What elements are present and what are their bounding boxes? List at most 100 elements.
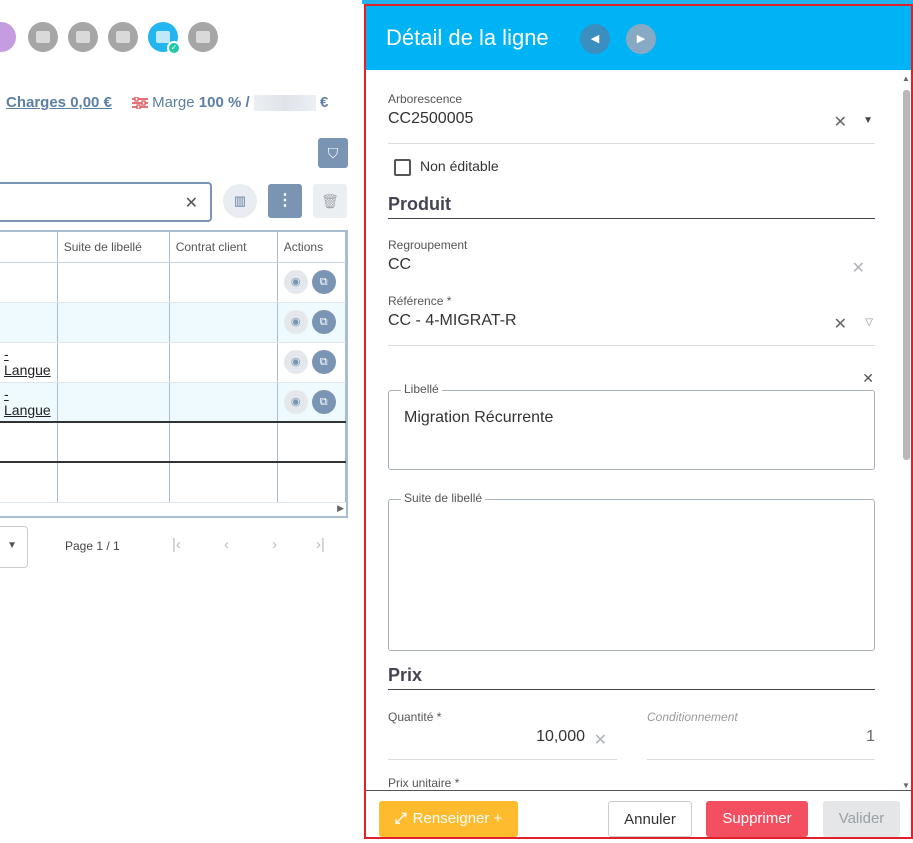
scroll-up-icon[interactable]: ▲ bbox=[902, 74, 910, 83]
section-prix: Prix bbox=[388, 665, 875, 690]
column-header-actions: Actions bbox=[277, 232, 347, 263]
quantite-value: 10,000 bbox=[536, 728, 585, 745]
line-form: Arborescence CC2500005 ✕ ▼ Non éditable … bbox=[388, 70, 876, 790]
last-page-icon[interactable]: ›| bbox=[316, 536, 325, 553]
view-icon[interactable]: ◉ bbox=[283, 389, 308, 414]
scroll-down-icon[interactable]: ▼ bbox=[902, 781, 910, 790]
check-icon: ✓ bbox=[167, 41, 181, 55]
step-icon-4[interactable] bbox=[108, 22, 138, 52]
reference-value: CC - 4-MIGRAT-R bbox=[388, 312, 517, 329]
step-icon-2[interactable] bbox=[28, 22, 58, 52]
table-row[interactable]: ◉ ⧉ bbox=[0, 302, 347, 343]
redacted-amount bbox=[253, 95, 316, 112]
regroupement-field[interactable]: Regroupement CC ✕ bbox=[388, 238, 875, 286]
totals-bar: Charges 0,00 € Marge 100 % / € bbox=[6, 94, 328, 112]
search-input[interactable]: ✕ bbox=[0, 182, 212, 222]
regroupement-value: CC bbox=[388, 256, 412, 273]
chevron-down-icon: ▼ bbox=[7, 540, 17, 551]
checkbox-icon[interactable] bbox=[394, 158, 411, 176]
arborescence-field[interactable]: Arborescence CC2500005 ✕ ▼ bbox=[388, 92, 875, 144]
more-options-button[interactable]: ⋮ bbox=[268, 184, 302, 218]
panel-title: Détail de la ligne bbox=[386, 25, 549, 50]
page-size-select[interactable]: ▼ bbox=[0, 526, 28, 568]
libelle-value: Migration Récurrente bbox=[404, 409, 554, 426]
sliders-icon bbox=[132, 97, 149, 110]
panel-footer: ⤢ Renseigner + Annuler Supprimer Valider bbox=[366, 790, 911, 837]
view-icon[interactable]: ◉ bbox=[283, 310, 308, 334]
scroll-right-icon[interactable]: ▶ bbox=[337, 503, 344, 514]
non-editable-label: Non éditable bbox=[420, 158, 499, 174]
previous-line-button[interactable]: ◀ bbox=[580, 24, 610, 54]
step-icon-1[interactable] bbox=[0, 22, 16, 52]
quantite-field[interactable]: Quantité * 10,000 ✕ bbox=[388, 710, 617, 760]
step-icon-current[interactable]: ✓ bbox=[148, 22, 181, 55]
duplicate-icon[interactable]: ⧉ bbox=[311, 389, 336, 414]
libelle-label: Libellé bbox=[401, 382, 442, 396]
prev-page-icon[interactable]: ‹ bbox=[224, 536, 229, 553]
table-row[interactable] bbox=[0, 422, 347, 463]
panel-scrollbar[interactable]: ▲ ▼ bbox=[902, 70, 911, 790]
duplicate-icon[interactable]: ⧉ bbox=[311, 310, 336, 334]
duplicate-icon[interactable]: ⧉ bbox=[311, 350, 336, 374]
charges-link[interactable]: Charges 0,00 € bbox=[6, 94, 112, 111]
panel-header: Détail de la ligne ◀ ▶ bbox=[366, 6, 911, 70]
basket-button[interactable]: ⛉ bbox=[318, 138, 348, 168]
view-icon[interactable]: ◉ bbox=[283, 350, 308, 374]
background-pane: ✓ Charges 0,00 € Marge 100 % / € ⛉ ✕ ▥ ⋮… bbox=[0, 0, 362, 843]
scrollbar-thumb[interactable] bbox=[903, 90, 910, 460]
arborescence-label: Arborescence bbox=[388, 92, 463, 106]
conditionnement-label: Conditionnement bbox=[647, 710, 738, 724]
arborescence-value: CC2500005 bbox=[388, 110, 474, 127]
table-row[interactable]: ◉ ⧉ bbox=[0, 262, 347, 303]
table-header: Suite de libellé Contrat client Actions bbox=[0, 232, 347, 263]
page-info: Page 1 / 1 bbox=[65, 539, 120, 553]
table-row[interactable]: -Langue ◉ ⧉ bbox=[0, 382, 347, 423]
chevron-down-icon[interactable]: ▼ bbox=[863, 115, 873, 126]
prix-unitaire-field[interactable]: Prix unitaire * bbox=[388, 776, 875, 790]
libelle-textarea[interactable]: Libellé Migration Récurrente bbox=[388, 382, 875, 470]
regroupement-label: Regroupement bbox=[388, 238, 468, 252]
column-header-contrat[interactable]: Contrat client bbox=[169, 232, 278, 263]
quantite-label: Quantité * bbox=[388, 710, 442, 724]
next-page-icon[interactable]: › bbox=[272, 536, 277, 553]
step-icon-3[interactable] bbox=[68, 22, 98, 52]
cancel-button[interactable]: Annuler bbox=[608, 801, 692, 837]
clear-icon[interactable]: ✕ bbox=[834, 112, 847, 132]
clear-libelle-icon[interactable]: ✕ bbox=[862, 370, 874, 387]
reference-label: Référence * bbox=[388, 294, 452, 308]
row-link[interactable]: -Langue bbox=[4, 386, 51, 418]
trash-icon: 🗑 bbox=[321, 193, 339, 209]
clear-icon[interactable]: ✕ bbox=[852, 258, 865, 278]
kebab-icon: ⋮ bbox=[277, 192, 293, 209]
columns-button[interactable]: ▥ bbox=[223, 184, 257, 218]
column-header-suite[interactable]: Suite de libellé bbox=[57, 232, 170, 263]
delete-line-button[interactable]: Supprimer bbox=[706, 801, 808, 837]
line-detail-panel: Détail de la ligne ◀ ▶ Arborescence CC25… bbox=[364, 4, 913, 839]
view-icon[interactable]: ◉ bbox=[283, 270, 308, 294]
clear-icon[interactable]: ✕ bbox=[594, 730, 607, 750]
table-row[interactable]: -Langue ◉ ⧉ bbox=[0, 342, 347, 383]
row-link[interactable]: -Langue bbox=[4, 346, 51, 378]
clear-icon[interactable]: ✕ bbox=[834, 314, 847, 334]
renseigner-button[interactable]: ⤢ Renseigner + bbox=[379, 801, 518, 837]
pagination: ▼ Page 1 / 1 |‹ ‹ › ›| bbox=[0, 526, 350, 568]
suite-libelle-textarea[interactable]: Suite de libellé bbox=[388, 491, 875, 651]
conditionnement-value: 1 bbox=[866, 728, 875, 745]
suite-libelle-label: Suite de libellé bbox=[401, 491, 486, 505]
conditionnement-field: Conditionnement 1 bbox=[647, 710, 875, 760]
non-editable-checkbox[interactable]: Non éditable bbox=[394, 158, 499, 176]
duplicate-icon[interactable]: ⧉ bbox=[311, 270, 336, 294]
table-row[interactable] bbox=[0, 462, 347, 503]
next-line-button[interactable]: ▶ bbox=[626, 24, 656, 54]
delete-button[interactable]: 🗑 bbox=[313, 184, 347, 218]
basket-icon: ⛉ bbox=[327, 145, 339, 161]
validate-button[interactable]: Valider bbox=[823, 801, 900, 837]
marge-value: 100 % / bbox=[198, 94, 250, 111]
clear-search-icon[interactable]: ✕ bbox=[185, 193, 198, 213]
step-icon-6[interactable] bbox=[188, 22, 218, 52]
reference-field[interactable]: Référence * CC - 4-MIGRAT-R ✕ ▽ bbox=[388, 294, 875, 346]
columns-icon: ▥ bbox=[233, 193, 247, 208]
column-header-first[interactable] bbox=[0, 232, 58, 263]
chevron-down-outline-icon[interactable]: ▽ bbox=[865, 317, 873, 328]
first-page-icon[interactable]: |‹ bbox=[172, 536, 181, 553]
